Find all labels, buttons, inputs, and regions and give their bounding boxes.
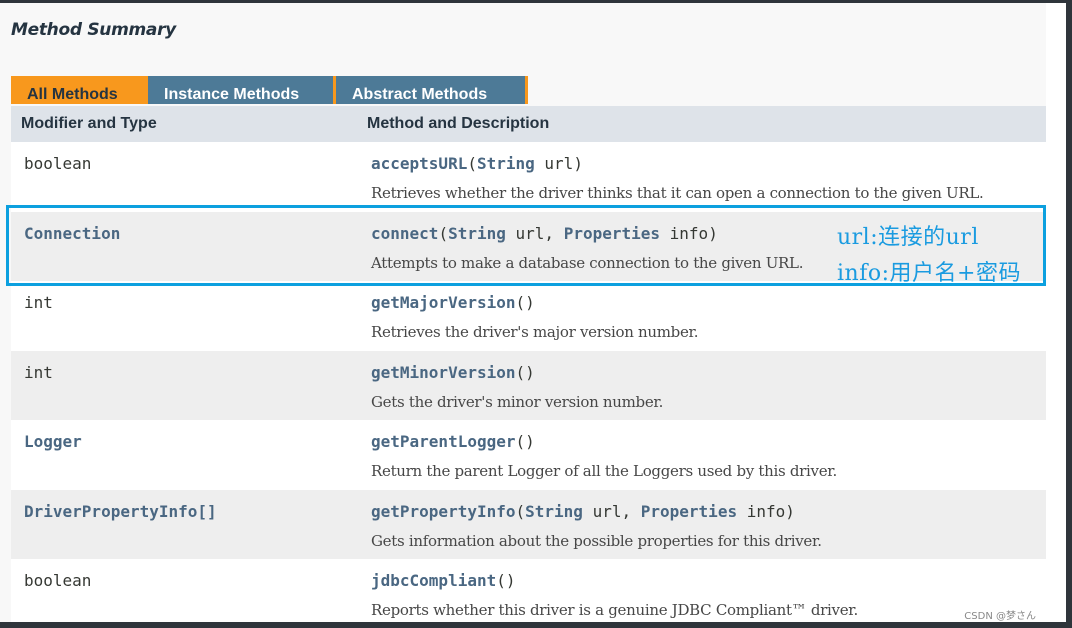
modifier-type-cell: int (11, 351, 357, 421)
modifier-type-cell: Connection (11, 212, 357, 282)
param-type-link[interactable]: String (448, 224, 506, 243)
table-row: int getMajorVersion() Retrieves the driver… (11, 281, 1046, 351)
method-summary-block: Method Summary All Methods Instance Meth… (0, 3, 1046, 622)
method-signature: getMinorVersion() (371, 363, 663, 383)
paren-close: ) (525, 432, 535, 451)
modifier-type-cell: int (11, 281, 357, 351)
method-description: Retrieves whether the driver thinks that… (371, 184, 984, 202)
return-type: int (24, 362, 53, 382)
method-name-link[interactable]: connect (371, 224, 438, 243)
paren-open: ( (515, 362, 526, 382)
param-type-link[interactable]: String (477, 154, 535, 173)
method-description: Gets the driver's minor version number. (371, 392, 664, 411)
method-description-cell: acceptsURL(String url) Retrieves whether … (357, 142, 984, 212)
column-header-modifier-type: Modifier and Type (21, 115, 157, 132)
param-name: url (592, 501, 622, 521)
method-description-cell: jdbcCompliant() Reports whether this driv… (357, 559, 858, 622)
param-name: info (669, 223, 709, 243)
javadoc-page: Method Summary All Methods Instance Meth… (0, 3, 1066, 622)
method-description: Retrieves the driver's major version num… (371, 323, 699, 341)
paren-close: ) (573, 154, 583, 173)
paren-close: ) (525, 362, 535, 382)
method-description: Return the parent Logger of all the Logg… (371, 462, 837, 480)
return-type: boolean (24, 571, 92, 590)
paren-close: ) (525, 293, 535, 312)
paren-open: ( (515, 293, 526, 312)
paren-close: ) (785, 501, 795, 521)
paren-open: ( (467, 154, 477, 173)
method-name-link[interactable]: acceptsURL (371, 154, 467, 173)
method-name-link[interactable]: getMajorVersion (371, 293, 516, 312)
tab-all-methods[interactable]: All Methods (11, 76, 148, 104)
method-signature: getParentLogger() (371, 432, 837, 452)
return-type-link[interactable]: Connection (24, 224, 120, 243)
method-summary-table: Modifier and Type Method and Description… (11, 106, 1046, 622)
paren-close: ) (505, 571, 516, 590)
method-signature: jdbcCompliant() (371, 571, 858, 591)
watermark: CSDN @梦さん (964, 611, 1036, 622)
method-tabs: All Methods Instance Methods Abstract Me… (11, 76, 528, 104)
method-description-cell: getParentLogger() Return the parent Logge… (357, 420, 837, 490)
param-type-link[interactable]: String (525, 502, 583, 521)
method-signature: acceptsURL(String url) (371, 154, 984, 174)
method-description-cell: getMinorVersion() Gets the driver's minor… (357, 351, 663, 421)
param-name: url (544, 154, 574, 173)
param-name: url (515, 223, 545, 243)
tab-separator (525, 76, 528, 104)
paren-open: ( (438, 223, 449, 243)
paren-open: ( (515, 501, 526, 521)
paren-open: ( (515, 432, 526, 451)
table-row: int getMinorVersion() Gets the driver's mi… (11, 350, 1046, 421)
method-description-cell: connect(String url, Properties info) Atte… (357, 212, 803, 282)
return-type-link[interactable]: DriverPropertyInfo[] (24, 502, 217, 521)
annotation-url: url:连接的url (837, 225, 979, 250)
table-row: Logger getParentLogger() Return the parent… (11, 420, 1046, 490)
modifier-type-cell: DriverPropertyInfo[] (11, 490, 357, 560)
section-title: Method Summary (11, 20, 176, 40)
return-type: int (24, 293, 53, 312)
annotation-info: info:用户名+密码 (837, 261, 1021, 286)
param-separator: , (544, 223, 564, 243)
param-name: info (746, 501, 786, 521)
table-row: boolean jdbcCompliant() Reports whether th… (11, 559, 1046, 622)
tab-instance-methods[interactable]: Instance Methods (148, 76, 333, 104)
method-description: Attempts to make a database connection t… (371, 253, 804, 272)
method-signature: getMajorVersion() (371, 293, 698, 313)
param-type-link[interactable]: Properties (564, 224, 660, 243)
param-type-link[interactable]: Properties (641, 502, 737, 521)
modifier-type-cell: Logger (11, 420, 357, 490)
method-description: Reports whether this driver is a genuine… (371, 601, 858, 619)
method-name-link[interactable]: jdbcCompliant (371, 571, 496, 590)
method-name-link[interactable]: getMinorVersion (371, 363, 516, 382)
column-header-method-description: Method and Description (367, 115, 550, 132)
return-type: boolean (24, 154, 92, 173)
param-separator: , (621, 501, 641, 521)
return-type-link[interactable]: Logger (24, 432, 82, 451)
method-signature: connect(String url, Properties info) (371, 224, 803, 244)
modifier-type-cell: boolean (11, 559, 357, 622)
table-body: boolean acceptsURL(String url) Retrieves w… (11, 142, 1046, 622)
method-description: Gets information about the possible prop… (371, 531, 822, 550)
paren-open: ( (496, 571, 506, 590)
table-row: DriverPropertyInfo[] getPropertyInfo(Stri… (11, 489, 1046, 560)
method-description-cell: getMajorVersion() Retrieves the driver's … (357, 281, 699, 351)
tab-abstract-methods[interactable]: Abstract Methods (336, 76, 525, 104)
method-description-cell: getPropertyInfo(String url, Properties i… (357, 490, 822, 560)
modifier-type-cell: boolean (11, 142, 357, 212)
method-signature: getPropertyInfo(String url, Properties i… (371, 502, 822, 522)
table-row: boolean acceptsURL(String url) Retrieves w… (11, 142, 1046, 212)
method-name-link[interactable]: getParentLogger (371, 432, 516, 451)
method-name-link[interactable]: getPropertyInfo (371, 502, 516, 521)
table-header: Modifier and Type Method and Description (11, 106, 1046, 142)
paren-close: ) (708, 223, 718, 243)
